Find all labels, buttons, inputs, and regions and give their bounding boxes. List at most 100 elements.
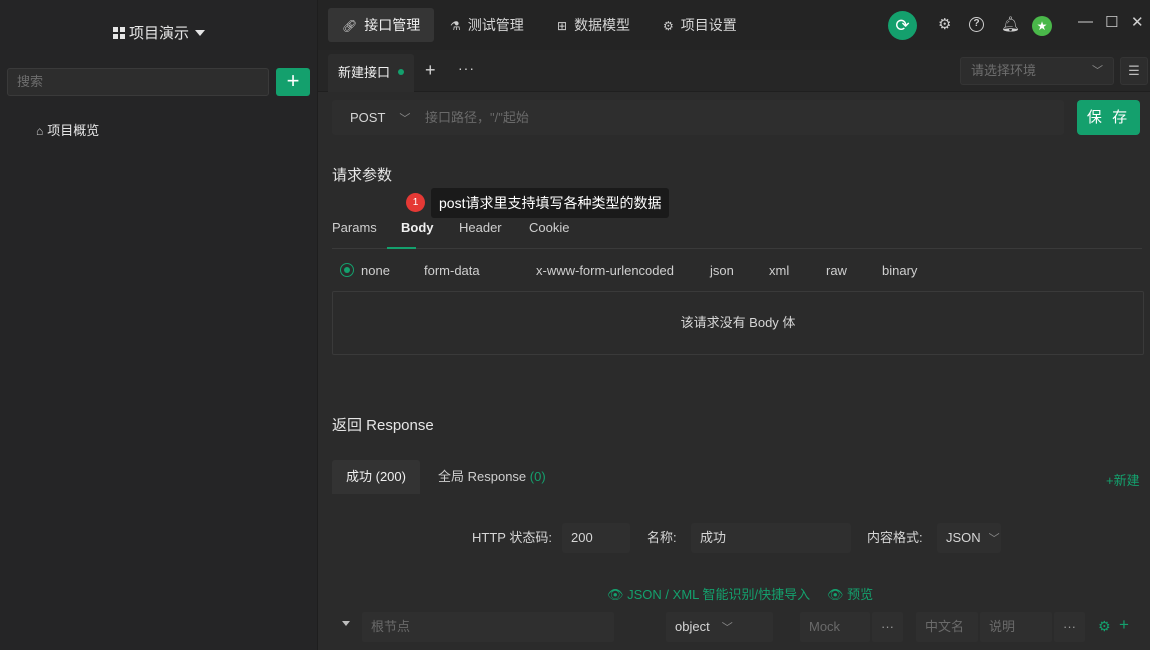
radio-xml[interactable]: xml xyxy=(748,263,789,279)
more-tabs-button[interactable]: ··· xyxy=(458,60,475,76)
top-nav-bar: 🔗︎ 接口管理 ⚗ 测试管理 ⊞ 数据模型 ⚙ 项目设置 ⟳ ⚙ ? 🔔︎ ★ — ☐ … xyxy=(318,0,1150,50)
radio-label: x-www-form-urlencoded xyxy=(536,263,674,278)
gear-icon[interactable]: ⚙ xyxy=(1098,618,1111,635)
content-format-select[interactable]: JSON ﹀ xyxy=(937,523,1001,553)
radio-label: binary xyxy=(882,263,918,278)
tab-api-management[interactable]: 🔗︎ 接口管理 xyxy=(328,8,435,42)
minimize-icon[interactable]: — xyxy=(1078,13,1093,30)
body-type-radio-group: none form-data x-www-form-urlencoded jso… xyxy=(340,263,1140,283)
radio-binary[interactable]: binary xyxy=(861,263,917,279)
tab-cookie[interactable]: Cookie xyxy=(529,220,569,235)
add-field-icon[interactable]: + xyxy=(1119,615,1129,635)
tab-label: 测试管理 xyxy=(467,17,524,33)
smart-import-link[interactable]: 👁︎ JSON / XML 智能识别/快捷导入 xyxy=(607,584,810,603)
new-response-button[interactable]: +新建 xyxy=(1106,470,1140,489)
sidebar-add-button[interactable]: + xyxy=(276,68,310,96)
bell-icon[interactable]: 🔔︎ xyxy=(1001,15,1020,33)
type-select[interactable]: object ﹀ xyxy=(666,612,773,642)
preview-label: 预览 xyxy=(847,587,874,602)
avatar[interactable]: ★ xyxy=(1032,16,1052,36)
tab-project-settings[interactable]: ⚙ 项目设置 xyxy=(649,8,751,42)
list-menu-icon[interactable]: ☰ xyxy=(1120,57,1148,85)
empty-body-panel: 该请求没有 Body 体 xyxy=(332,291,1144,355)
mock-more-button[interactable]: ··· xyxy=(872,612,903,642)
mock-input[interactable]: Mock xyxy=(800,612,870,642)
close-icon[interactable]: ✕ xyxy=(1131,13,1144,31)
request-params-title: 请求参数 xyxy=(332,167,393,184)
name-input[interactable]: 成功 xyxy=(691,523,851,553)
chevron-down-icon: ﹀ xyxy=(988,533,1000,545)
tab-label: 数据模型 xyxy=(574,17,631,33)
sidebar-item-label: 项目概览 xyxy=(47,123,100,138)
schema-tree-row: 根节点 object ﹀ Mock ··· 中文名 说明 ··· ⚙ + xyxy=(332,612,1144,642)
document-tab-bar: 新建接口 + ··· 请选择环境 ﹀ ☰ xyxy=(318,50,1150,92)
description-input[interactable]: 说明 xyxy=(980,612,1052,642)
environment-placeholder: 请选择环境 xyxy=(971,63,1037,78)
main-panel: POST ﹀ 接口路径，"/"起始 保 存 请求参数 Params Body He… xyxy=(318,92,1150,650)
url-path-input[interactable]: 接口路径，"/"起始 xyxy=(425,100,529,135)
preview-link[interactable]: 👁︎ 预览 xyxy=(827,584,873,603)
sidebar: 项目演示 搜索 + ⌂ 项目概览 xyxy=(0,0,318,650)
save-button[interactable]: 保 存 xyxy=(1077,100,1140,135)
grid-icon xyxy=(112,27,125,39)
model-icon: ⊞ xyxy=(557,19,568,33)
bank-icon: ⌂ xyxy=(36,124,44,138)
gear-icon: ⚙ xyxy=(663,19,674,33)
tab-params[interactable]: Params xyxy=(332,220,377,235)
radio-none[interactable]: none xyxy=(340,263,390,279)
project-name: 项目演示 xyxy=(128,25,189,42)
cn-name-input[interactable]: 中文名 xyxy=(916,612,978,642)
guide-tooltip: post请求里支持填写各种类型的数据 xyxy=(431,188,670,218)
tab-test-management[interactable]: ⚗ 测试管理 xyxy=(436,8,538,42)
tab-label: 成功 (200) xyxy=(346,469,406,484)
add-tab-button[interactable]: + xyxy=(425,60,436,81)
tab-header[interactable]: Header xyxy=(459,220,502,235)
maximize-icon[interactable]: ☐ xyxy=(1105,13,1118,31)
active-tab-indicator xyxy=(387,247,416,249)
radio-label: json xyxy=(710,263,734,278)
chevron-down-icon: ﹀ xyxy=(1092,65,1103,77)
guide-step-badge: 1 xyxy=(406,193,425,212)
radio-json[interactable]: json xyxy=(689,263,734,279)
caret-down-icon[interactable] xyxy=(342,621,350,626)
desc-more-button[interactable]: ··· xyxy=(1054,612,1085,642)
tab-global-response[interactable]: 全局 Response (0) xyxy=(424,460,560,494)
doc-tab-label: 新建接口 xyxy=(338,65,391,80)
eye-icon: 👁︎ xyxy=(827,587,844,602)
environment-select[interactable]: 请选择环境 ﹀ xyxy=(960,57,1114,85)
tab-label: 项目设置 xyxy=(680,17,737,33)
radio-checked-icon xyxy=(340,263,354,277)
radio-form-data[interactable]: form-data xyxy=(403,263,480,279)
sidebar-item-project-overview[interactable]: ⌂ 项目概览 xyxy=(36,120,99,139)
link-icon: 🔗︎ xyxy=(342,19,358,33)
eye-icon: 👁︎ xyxy=(607,587,624,602)
method-select[interactable]: POST ﹀ xyxy=(350,100,410,137)
caret-down-icon xyxy=(195,30,205,36)
unsaved-dot xyxy=(398,69,405,75)
tab-success-200[interactable]: 成功 (200) xyxy=(332,460,420,494)
help-icon[interactable]: ? xyxy=(969,17,984,32)
smart-import-label: JSON / XML 智能识别/快捷导入 xyxy=(627,587,811,602)
radio-raw[interactable]: raw xyxy=(805,263,847,279)
chevron-down-icon: ﹀ xyxy=(399,113,411,125)
sidebar-search-input[interactable]: 搜索 xyxy=(7,68,269,96)
sync-icon[interactable]: ⟳ xyxy=(888,11,917,40)
doc-tab-new-api[interactable]: 新建接口 xyxy=(328,54,415,92)
format-value: JSON xyxy=(946,530,981,545)
radio-x-www-form-urlencoded[interactable]: x-www-form-urlencoded xyxy=(515,263,674,279)
method-value: POST xyxy=(350,110,386,125)
gear-icon[interactable]: ⚙ xyxy=(938,15,951,33)
flask-icon: ⚗ xyxy=(450,19,461,33)
content-format-label: 内容格式: xyxy=(867,530,923,545)
status-code-input[interactable]: 200 xyxy=(562,523,630,553)
type-value: object xyxy=(675,619,710,634)
project-selector[interactable]: 项目演示 xyxy=(0,22,318,43)
tab-data-model[interactable]: ⊞ 数据模型 xyxy=(543,8,644,42)
status-code-label: HTTP 状态码: xyxy=(472,530,552,545)
request-url-bar: POST ﹀ 接口路径，"/"起始 xyxy=(332,100,1064,135)
radio-label: form-data xyxy=(424,263,480,278)
chevron-down-icon: ﹀ xyxy=(721,622,733,634)
root-node-input[interactable]: 根节点 xyxy=(362,612,614,642)
tab-body[interactable]: Body xyxy=(401,220,434,235)
tab-label: 全局 Response xyxy=(438,469,527,484)
